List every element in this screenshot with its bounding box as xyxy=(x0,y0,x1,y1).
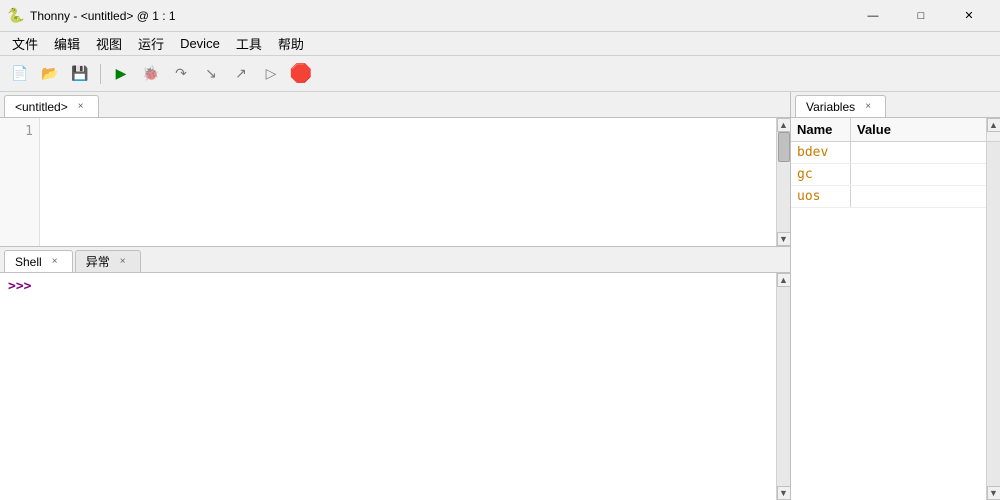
variables-tab-close[interactable]: × xyxy=(861,100,875,114)
run-button[interactable]: ▶ xyxy=(107,60,135,88)
right-panel: Variables × Name Value ▲ bdevgcuos ▼ xyxy=(790,92,1000,500)
menu-item-帮助[interactable]: 帮助 xyxy=(270,32,312,55)
close-button[interactable]: ✕ xyxy=(946,0,992,32)
var-col-name: Name xyxy=(791,118,851,141)
shell-tab-label: Shell xyxy=(15,255,42,269)
editor-scrollbar-v[interactable]: ▲ ▼ xyxy=(776,118,790,246)
menu-bar: 文件编辑视图运行Device工具帮助 xyxy=(0,32,1000,56)
toolbar: 📄 📂 💾 ▶ 🐞 ↷ ↘ ↗ ▷ 🛑 xyxy=(0,56,1000,92)
variables-rows: bdevgcuos xyxy=(791,142,986,500)
editor-tab-close[interactable]: × xyxy=(74,100,88,114)
stop-button[interactable]: 🛑 xyxy=(287,60,315,88)
shell-scroll-down-arrow[interactable]: ▼ xyxy=(777,486,791,500)
scroll-track xyxy=(777,132,790,232)
step-over-button[interactable]: ↷ xyxy=(167,60,195,88)
menu-item-视图[interactable]: 视图 xyxy=(88,32,130,55)
new-file-button[interactable]: 📄 xyxy=(6,60,34,88)
editor-tab-untitled[interactable]: <untitled> × xyxy=(4,95,99,117)
menu-item-Device[interactable]: Device xyxy=(172,34,228,53)
scroll-up-arrow[interactable]: ▲ xyxy=(777,118,791,132)
shell-area: Shell × 异常 × >>> ▲ ▼ xyxy=(0,247,790,500)
maximize-button[interactable]: □ xyxy=(898,0,944,32)
title-text: Thonny - <untitled> @ 1 : 1 xyxy=(30,9,850,23)
var-value-gc xyxy=(851,164,986,185)
debug-button[interactable]: 🐞 xyxy=(137,60,165,88)
minimize-button[interactable]: — xyxy=(850,0,896,32)
menu-item-文件[interactable]: 文件 xyxy=(4,32,46,55)
menu-item-编辑[interactable]: 编辑 xyxy=(46,32,88,55)
exception-tab[interactable]: 异常 × xyxy=(75,250,141,272)
shell-scroll-up-arrow[interactable]: ▲ xyxy=(777,273,791,287)
var-value-uos xyxy=(851,186,986,207)
shell-text[interactable]: >>> xyxy=(0,273,776,500)
app-icon: 🐍 xyxy=(8,8,24,24)
variables-tab-label: Variables xyxy=(806,100,855,114)
var-name-bdev: bdev xyxy=(791,142,851,163)
shell-tab-bar: Shell × 异常 × xyxy=(0,247,790,273)
shell-prompt: >>> xyxy=(8,279,31,294)
step-out-button[interactable]: ↗ xyxy=(227,60,255,88)
resume-button[interactable]: ▷ xyxy=(257,60,285,88)
title-bar: 🐍 Thonny - <untitled> @ 1 : 1 — □ ✕ xyxy=(0,0,1000,32)
shell-scroll-track xyxy=(777,287,790,486)
shell-content: >>> ▲ ▼ xyxy=(0,273,790,500)
menu-item-运行[interactable]: 运行 xyxy=(130,32,172,55)
var-row-uos[interactable]: uos xyxy=(791,186,986,208)
var-value-bdev xyxy=(851,142,986,163)
var-scroll-top[interactable]: ▲ xyxy=(986,118,1000,141)
exception-tab-close[interactable]: × xyxy=(116,255,130,269)
line-number-1: 1 xyxy=(0,122,33,142)
exception-tab-label: 异常 xyxy=(86,253,110,270)
var-scroll-up-arrow[interactable]: ▲ xyxy=(987,118,1000,132)
scroll-down-arrow[interactable]: ▼ xyxy=(777,232,791,246)
shell-tab[interactable]: Shell × xyxy=(4,250,73,272)
shell-scrollbar-v[interactable]: ▲ ▼ xyxy=(776,273,790,500)
var-name-uos: uos xyxy=(791,186,851,207)
var-row-bdev[interactable]: bdev xyxy=(791,142,986,164)
editor-tab-label: <untitled> xyxy=(15,100,68,114)
save-file-button[interactable]: 💾 xyxy=(66,60,94,88)
toolbar-separator-1 xyxy=(100,64,101,84)
var-scrollbar-v[interactable]: ▼ xyxy=(986,142,1000,500)
var-name-gc: gc xyxy=(791,164,851,185)
var-row-gc[interactable]: gc xyxy=(791,164,986,186)
variables-tab[interactable]: Variables × xyxy=(795,95,886,117)
variables-tab-bar: Variables × xyxy=(791,92,1000,118)
step-into-button[interactable]: ↘ xyxy=(197,60,225,88)
left-panel: <untitled> × 1 ▲ ▼ xyxy=(0,92,790,500)
code-editor[interactable] xyxy=(40,118,776,246)
editor-content: 1 ▲ ▼ xyxy=(0,118,790,246)
main-area: <untitled> × 1 ▲ ▼ xyxy=(0,92,1000,500)
menu-item-工具[interactable]: 工具 xyxy=(228,32,270,55)
line-numbers: 1 xyxy=(0,118,40,246)
editor-tab-bar: <untitled> × xyxy=(0,92,790,118)
var-scroll-track xyxy=(987,142,1000,486)
open-file-button[interactable]: 📂 xyxy=(36,60,64,88)
editor-area: <untitled> × 1 ▲ ▼ xyxy=(0,92,790,247)
window-controls: — □ ✕ xyxy=(850,0,992,32)
var-col-value: Value xyxy=(851,118,986,141)
shell-tab-close[interactable]: × xyxy=(48,255,62,269)
variables-header: Name Value ▲ xyxy=(791,118,1000,142)
scroll-thumb[interactable] xyxy=(778,132,790,162)
variables-content: Name Value ▲ bdevgcuos ▼ xyxy=(791,118,1000,500)
var-scroll-down-arrow[interactable]: ▼ xyxy=(987,486,1000,500)
